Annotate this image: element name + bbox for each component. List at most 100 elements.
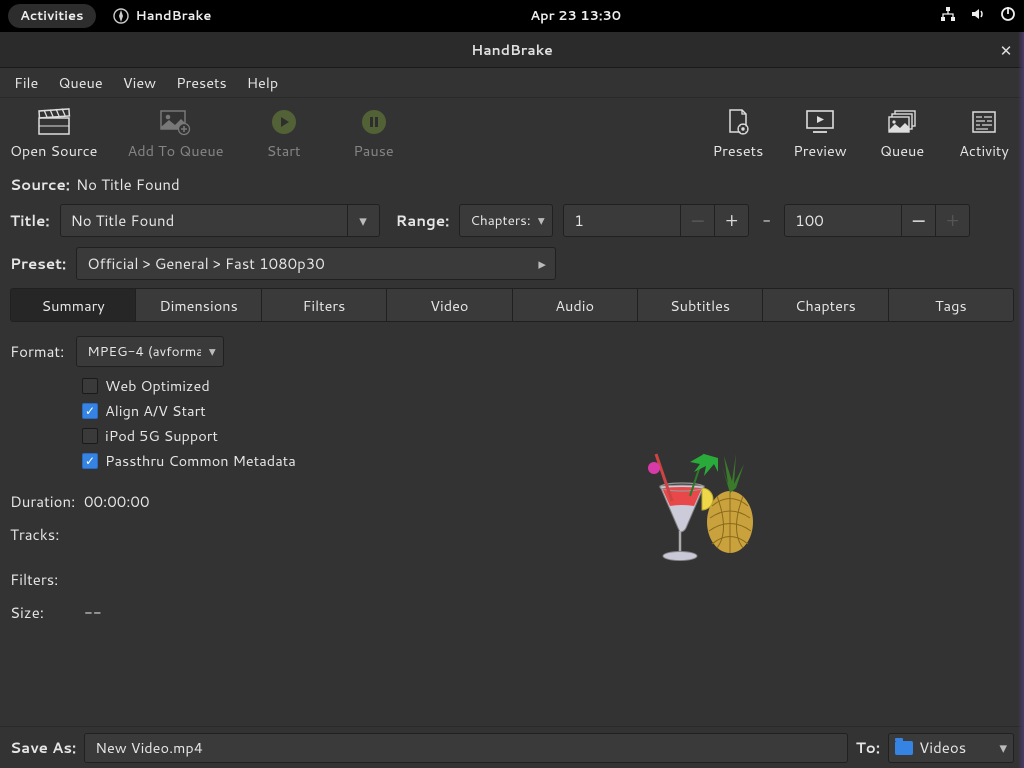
format-label: Format: bbox=[10, 341, 64, 362]
range-start-spinbox[interactable]: 1 − + bbox=[563, 204, 749, 237]
panel-clock[interactable]: Apr 23 13:30 bbox=[530, 7, 621, 25]
power-icon[interactable] bbox=[1000, 6, 1016, 27]
open-source-label: Open Source bbox=[10, 140, 97, 161]
menu-help[interactable]: Help bbox=[237, 68, 288, 97]
range-mode-dropdown[interactable]: Chapters: ▾ bbox=[459, 204, 553, 237]
window-title: HandBrake bbox=[471, 40, 553, 60]
preview-placeholder bbox=[380, 336, 1014, 623]
start-label: Start bbox=[267, 140, 301, 161]
film-clapper-icon bbox=[37, 107, 71, 137]
save-row: Save As: To: Videos ▾ bbox=[0, 726, 1024, 768]
range-end-decrement[interactable]: − bbox=[901, 205, 935, 236]
monitor-play-icon bbox=[805, 107, 835, 137]
duration-label: Duration: bbox=[10, 491, 74, 512]
title-dropdown-value: No Title Found bbox=[61, 210, 347, 231]
add-to-queue-button: Add To Queue bbox=[127, 107, 223, 161]
activity-log-icon bbox=[970, 107, 998, 137]
document-settings-icon bbox=[724, 107, 752, 137]
tab-summary[interactable]: Summary bbox=[11, 289, 136, 321]
menu-view[interactable]: View bbox=[113, 68, 166, 97]
destination-value: Videos bbox=[919, 737, 993, 758]
tab-filters[interactable]: Filters bbox=[262, 289, 387, 321]
folder-icon bbox=[895, 741, 913, 755]
add-to-queue-label: Add To Queue bbox=[127, 140, 223, 161]
chevron-down-icon: ▾ bbox=[201, 342, 223, 361]
passthru-checkbox[interactable] bbox=[82, 453, 98, 469]
filters-label: Filters: bbox=[10, 569, 74, 590]
queue-label: Queue bbox=[880, 140, 924, 161]
preview-button[interactable]: Preview bbox=[790, 107, 850, 161]
format-dropdown[interactable]: MPEG-4 (avformat) ▾ bbox=[76, 336, 224, 367]
tab-tags[interactable]: Tags bbox=[889, 289, 1013, 321]
save-as-input[interactable] bbox=[84, 733, 847, 763]
presets-label: Presets bbox=[713, 140, 764, 161]
save-as-label: Save As: bbox=[10, 737, 76, 758]
range-end-value: 100 bbox=[785, 210, 901, 231]
chevron-down-icon: ▾ bbox=[347, 205, 379, 236]
title-label: Title: bbox=[10, 210, 50, 231]
source-label: Source: bbox=[10, 174, 70, 195]
image-plus-icon bbox=[159, 107, 191, 137]
handbrake-logo-icon bbox=[622, 436, 772, 571]
range-start-decrement: − bbox=[680, 205, 714, 236]
queue-button[interactable]: Queue bbox=[872, 107, 932, 161]
pause-icon bbox=[361, 107, 387, 137]
app-menu[interactable]: HandBrake bbox=[112, 7, 212, 25]
triangle-right-icon: ▸ bbox=[529, 248, 555, 279]
format-value: MPEG-4 (avformat) bbox=[77, 342, 201, 361]
ipod-checkbox[interactable] bbox=[82, 428, 98, 444]
network-icon[interactable] bbox=[940, 6, 956, 27]
pause-button: Pause bbox=[344, 107, 404, 161]
image-stack-icon bbox=[887, 107, 917, 137]
app-menu-label: HandBrake bbox=[136, 7, 212, 25]
chevron-down-icon: ▾ bbox=[999, 737, 1007, 758]
range-label: Range: bbox=[396, 210, 450, 231]
title-dropdown[interactable]: No Title Found ▾ bbox=[60, 204, 380, 237]
window-close-button[interactable]: ✕ bbox=[996, 40, 1016, 60]
pause-label: Pause bbox=[353, 140, 393, 161]
tab-chapters[interactable]: Chapters bbox=[763, 289, 888, 321]
tab-video[interactable]: Video bbox=[387, 289, 512, 321]
web-optimized-checkbox[interactable] bbox=[82, 378, 98, 394]
tracks-label: Tracks: bbox=[10, 524, 74, 545]
size-value: -- bbox=[84, 602, 102, 623]
activity-button[interactable]: Activity bbox=[954, 107, 1014, 161]
tab-bar: Summary Dimensions Filters Video Audio S… bbox=[10, 288, 1014, 322]
ipod-label: iPod 5G Support bbox=[105, 425, 218, 446]
menu-queue[interactable]: Queue bbox=[48, 68, 112, 97]
menu-presets[interactable]: Presets bbox=[166, 68, 237, 97]
align-av-label: Align A/V Start bbox=[105, 400, 206, 421]
open-source-button[interactable]: Open Source bbox=[10, 107, 97, 161]
tab-dimensions[interactable]: Dimensions bbox=[136, 289, 261, 321]
preset-dropdown-value: Official > General > Fast 1080p30 bbox=[77, 253, 529, 274]
toolbar: Open Source Add To Queue Start Pause P bbox=[0, 98, 1024, 166]
tab-audio[interactable]: Audio bbox=[513, 289, 638, 321]
presets-button[interactable]: Presets bbox=[708, 107, 768, 161]
play-icon bbox=[271, 107, 297, 137]
to-label: To: bbox=[856, 737, 880, 758]
preset-dropdown[interactable]: Official > General > Fast 1080p30 ▸ bbox=[76, 247, 556, 280]
range-end-increment: + bbox=[935, 205, 969, 236]
size-label: Size: bbox=[10, 602, 74, 623]
preview-label: Preview bbox=[793, 140, 846, 161]
source-value: No Title Found bbox=[76, 174, 180, 195]
range-start-increment[interactable]: + bbox=[714, 205, 748, 236]
range-mode-value: Chapters: bbox=[460, 211, 530, 230]
destination-dropdown[interactable]: Videos ▾ bbox=[888, 733, 1014, 763]
preset-label: Preset: bbox=[10, 253, 66, 274]
menubar: File Queue View Presets Help bbox=[0, 68, 1024, 98]
web-optimized-label: Web Optimized bbox=[105, 375, 210, 396]
range-dash: - bbox=[759, 210, 774, 231]
range-end-spinbox[interactable]: 100 − + bbox=[784, 204, 970, 237]
align-av-checkbox[interactable] bbox=[82, 403, 98, 419]
tab-subtitles[interactable]: Subtitles bbox=[638, 289, 763, 321]
window-right-edge-highlight bbox=[1018, 32, 1024, 768]
activities-button[interactable]: Activities bbox=[8, 4, 96, 28]
chevron-down-icon: ▾ bbox=[530, 211, 552, 230]
menu-file[interactable]: File bbox=[4, 68, 48, 97]
range-start-value: 1 bbox=[564, 210, 680, 231]
summary-pane: Format: MPEG-4 (avformat) ▾ Web Optimize… bbox=[0, 322, 1024, 623]
window-titlebar: HandBrake ✕ bbox=[0, 32, 1024, 68]
duration-value: 00:00:00 bbox=[84, 491, 149, 512]
volume-icon[interactable] bbox=[970, 6, 986, 27]
